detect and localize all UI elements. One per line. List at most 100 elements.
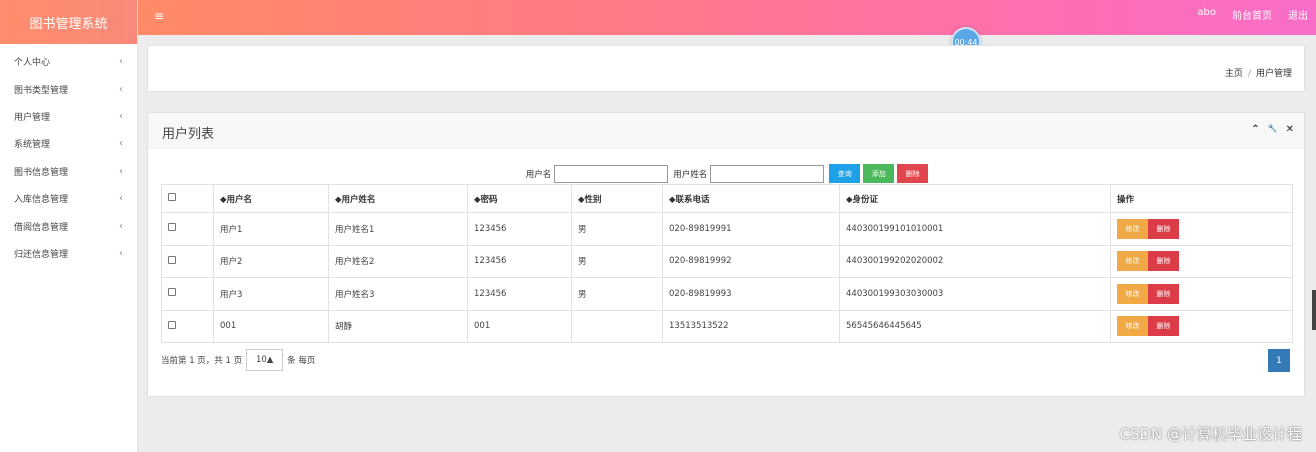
page-size-suffix: 条 每页	[287, 356, 316, 366]
sidebar-menu: 个人中心 ‹ 图书类型管理 ‹ 用户管理 ‹ 系统管理 ‹ 图书信息管理 ‹ 入库信息管理…	[0, 44, 137, 267]
sidebar-item-label: 借阅信息管理	[14, 222, 69, 233]
chevron-left-icon: ‹	[119, 138, 123, 150]
menu-toggle-icon[interactable]: ≡	[154, 9, 164, 23]
chevron-left-icon: ‹	[119, 165, 123, 177]
chevron-left-icon: ‹	[119, 56, 123, 68]
user-list-panel: 用户列表 ⌃ 🔧 ✕ 用户名 用户姓名 查询 添加 删除 ◆用户名 ◆用户姓名 …	[147, 112, 1305, 397]
col-actions: 操作	[1110, 184, 1293, 213]
delete-button[interactable]: 删除	[1148, 316, 1179, 337]
realname-label: 用户姓名	[673, 169, 708, 180]
sidebar-item-label: 个人中心	[14, 58, 51, 69]
batch-delete-button[interactable]: 删除	[897, 164, 929, 183]
select-all-checkbox[interactable]	[168, 193, 176, 201]
sidebar-item-label: 系统管理	[14, 140, 51, 151]
row-checkbox[interactable]	[168, 320, 176, 329]
sidebar-item-label: 入库信息管理	[14, 195, 69, 206]
row-checkbox[interactable]	[168, 223, 176, 232]
chevron-left-icon: ‹	[119, 110, 123, 122]
page-info-text: 当前第 1 页，共 1 页	[161, 356, 243, 366]
user-table: ◆用户名 ◆用户姓名 ◆密码 ◆性别 ◆联系电话 ◆身份证 操作 用户1 用户姓…	[161, 184, 1293, 343]
cell-username: 001	[213, 309, 329, 343]
sidebar-item-book-type[interactable]: 图书类型管理 ‹	[0, 75, 137, 102]
logout-link[interactable]: 退出	[1288, 7, 1308, 22]
cell-username: 用户3	[213, 277, 329, 311]
breadcrumb-panel: 主页 / 用户管理	[147, 45, 1305, 92]
col-gender[interactable]: ◆性别	[571, 184, 663, 213]
cell-password: 123456	[467, 277, 572, 311]
sidebar: 图书管理系统 个人中心 ‹ 图书类型管理 ‹ 用户管理 ‹ 系统管理 ‹ 图书信息管理 ‹…	[0, 0, 138, 452]
breadcrumb-separator: /	[1247, 69, 1251, 79]
chevron-left-icon: ‹	[119, 83, 123, 95]
sidebar-item-book-info[interactable]: 图书信息管理 ‹	[0, 158, 137, 185]
sidebar-item-users[interactable]: 用户管理 ‹	[0, 103, 137, 130]
edit-button[interactable]: 修改	[1117, 251, 1148, 272]
add-button[interactable]: 添加	[863, 164, 895, 183]
row-checkbox[interactable]	[168, 288, 176, 297]
panel-title: 用户列表	[162, 127, 215, 142]
frontpage-link[interactable]: 前台首页	[1232, 7, 1272, 22]
cell-actions: 修改 删除	[1110, 244, 1293, 278]
sidebar-item-label: 归还信息管理	[14, 249, 69, 260]
table-header-row: ◆用户名 ◆用户姓名 ◆密码 ◆性别 ◆联系电话 ◆身份证 操作	[161, 184, 1293, 213]
chevron-left-icon: ‹	[119, 193, 123, 205]
cell-realname: 用户姓名2	[328, 244, 468, 278]
sidebar-item-label: 用户管理	[14, 112, 51, 123]
cell-password: 001	[467, 309, 572, 343]
cell-phone: 020-89819992	[662, 244, 840, 278]
top-links: abo 前台首页 退出	[1197, 7, 1308, 22]
col-idcard[interactable]: ◆身份证	[839, 184, 1111, 213]
panel-tools: ⌃ 🔧 ✕	[1251, 124, 1294, 135]
cell-gender	[571, 309, 663, 343]
realname-input[interactable]	[710, 164, 825, 183]
edit-button[interactable]: 修改	[1117, 283, 1148, 304]
col-password[interactable]: ◆密码	[467, 184, 572, 213]
search-bar: 用户名 用户姓名 查询 添加 删除	[148, 164, 1304, 183]
delete-button[interactable]: 删除	[1148, 251, 1179, 272]
cell-idcard: 440300199101010001	[839, 212, 1111, 246]
page-size-select[interactable]: 10▲	[246, 349, 284, 371]
cell-idcard: 440300199303030003	[839, 277, 1111, 311]
close-icon[interactable]: ✕	[1286, 124, 1294, 135]
col-username[interactable]: ◆用户名	[213, 184, 329, 213]
cell-realname: 用户姓名1	[328, 212, 468, 246]
page-button-1[interactable]: 1	[1268, 349, 1290, 372]
query-button[interactable]: 查询	[829, 164, 861, 183]
sidebar-item-personal-center[interactable]: 个人中心 ‹	[0, 48, 137, 75]
col-phone[interactable]: ◆联系电话	[662, 184, 840, 213]
wrench-icon[interactable]: 🔧	[1268, 124, 1278, 135]
cell-gender: 男	[571, 277, 663, 311]
cell-phone: 020-89819993	[662, 277, 840, 311]
breadcrumb-current: 用户管理	[1255, 69, 1292, 79]
delete-button[interactable]: 删除	[1148, 218, 1179, 239]
cell-phone: 020-89819991	[662, 212, 840, 246]
cell-gender: 男	[571, 244, 663, 278]
delete-button[interactable]: 删除	[1148, 283, 1179, 304]
cell-idcard: 56545646445645	[839, 309, 1111, 343]
cell-username: 用户2	[213, 244, 329, 278]
watermark: CSDN @计算机毕业设计程	[1119, 425, 1302, 443]
top-bar: ≡ abo 前台首页 退出	[138, 0, 1316, 35]
sidebar-item-borrow[interactable]: 借阅信息管理 ‹	[0, 212, 137, 239]
cell-actions: 修改 删除	[1110, 309, 1293, 343]
cell-username: 用户1	[213, 212, 329, 246]
cell-actions: 修改 删除	[1110, 277, 1293, 311]
app-title: 图书管理系统	[0, 0, 137, 44]
sidebar-item-return[interactable]: 归还信息管理 ‹	[0, 240, 137, 267]
chevron-left-icon: ‹	[119, 220, 123, 232]
breadcrumb-home[interactable]: 主页	[1225, 69, 1243, 79]
col-realname[interactable]: ◆用户姓名	[328, 184, 468, 213]
username-input[interactable]	[554, 164, 669, 183]
username-link[interactable]: abo	[1197, 7, 1216, 22]
row-checkbox[interactable]	[168, 255, 176, 264]
chevron-left-icon: ‹	[119, 247, 123, 259]
pagination-info: 当前第 1 页，共 1 页 10▲ 条 每页	[161, 349, 315, 371]
scrollbar[interactable]	[1312, 290, 1316, 330]
sidebar-item-label: 图书信息管理	[14, 167, 69, 178]
sidebar-item-system[interactable]: 系统管理 ‹	[0, 130, 137, 157]
collapse-icon[interactable]: ⌃	[1251, 124, 1259, 135]
edit-button[interactable]: 修改	[1117, 316, 1148, 337]
edit-button[interactable]: 修改	[1117, 218, 1148, 239]
table-row: 用户1 用户姓名1 123456 男 020-89819991 44030019…	[161, 212, 1293, 246]
cell-password: 123456	[467, 244, 572, 278]
sidebar-item-stock-in[interactable]: 入库信息管理 ‹	[0, 185, 137, 212]
